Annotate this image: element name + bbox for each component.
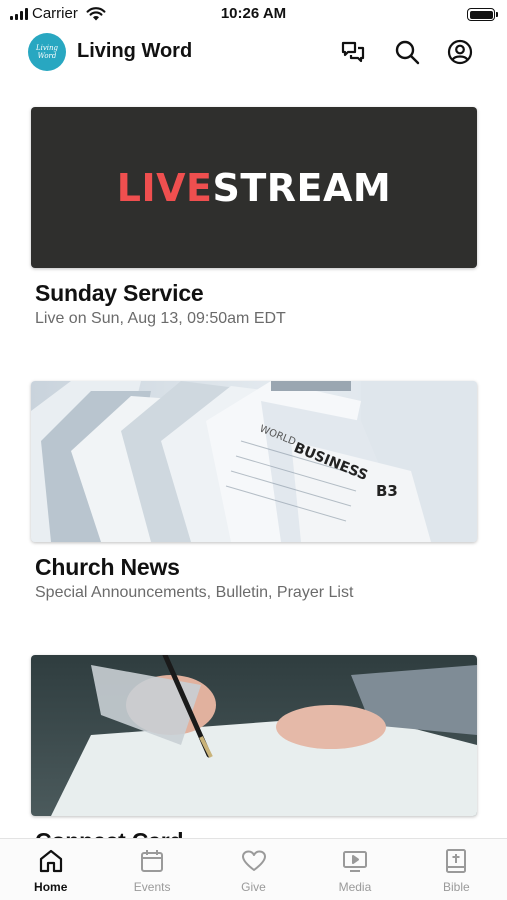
card-connect-card[interactable]: Connect Card bbox=[31, 655, 477, 840]
bottom-tab-bar: Home Events Give Media Bible bbox=[0, 838, 507, 900]
chat-icon[interactable] bbox=[339, 38, 367, 66]
heart-icon bbox=[241, 850, 266, 871]
calendar-icon bbox=[141, 850, 164, 872]
app-logo: Living Word bbox=[28, 33, 66, 71]
tab-label: Home bbox=[34, 880, 68, 894]
tab-label: Media bbox=[338, 880, 372, 894]
card-sunday-service[interactable]: LIVESTREAM Sunday Service Live on Sun, A… bbox=[31, 107, 477, 328]
tab-media[interactable]: Media bbox=[304, 839, 405, 900]
writing-image bbox=[31, 655, 477, 816]
card-subtitle: Special Announcements, Bulletin, Prayer … bbox=[35, 584, 354, 601]
newspaper-text-section: B3 bbox=[376, 482, 398, 500]
card-subtitle: Live on Sun, Aug 13, 09:50am EDT bbox=[35, 310, 286, 327]
logo-text-line1: Living bbox=[35, 44, 59, 52]
search-icon[interactable] bbox=[393, 38, 421, 66]
bible-icon bbox=[446, 849, 467, 873]
tab-label: Bible bbox=[442, 880, 470, 894]
home-icon bbox=[39, 849, 62, 873]
card-title: Sunday Service bbox=[35, 280, 204, 306]
card-title: Church News bbox=[35, 554, 180, 580]
livestream-accent-text: LIVE bbox=[116, 165, 213, 210]
logo-text-line2: Word bbox=[37, 52, 57, 60]
tab-bible[interactable]: Bible bbox=[406, 839, 507, 900]
card-church-news[interactable]: WORLD BUSINESS B3 Church News Special An… bbox=[31, 381, 477, 602]
app-header: Living Word Living Word bbox=[0, 30, 507, 76]
newspaper-image: WORLD BUSINESS B3 bbox=[31, 381, 477, 542]
tab-label: Give bbox=[241, 880, 266, 894]
battery-icon bbox=[467, 8, 498, 21]
tab-label: Events bbox=[133, 880, 171, 894]
status-time: 10:26 AM bbox=[220, 5, 287, 22]
media-icon bbox=[342, 851, 367, 872]
tab-home[interactable]: Home bbox=[0, 839, 101, 900]
content-feed[interactable]: LIVESTREAM Sunday Service Live on Sun, A… bbox=[0, 76, 507, 840]
livestream-banner: LIVESTREAM bbox=[31, 107, 477, 268]
status-bar: Carrier 10:26 AM bbox=[0, 0, 507, 28]
app-title: Living Word bbox=[77, 40, 193, 62]
livestream-main-text: STREAM bbox=[212, 165, 392, 210]
tab-events[interactable]: Events bbox=[101, 839, 202, 900]
profile-icon[interactable] bbox=[446, 38, 474, 66]
tab-give[interactable]: Give bbox=[203, 839, 304, 900]
